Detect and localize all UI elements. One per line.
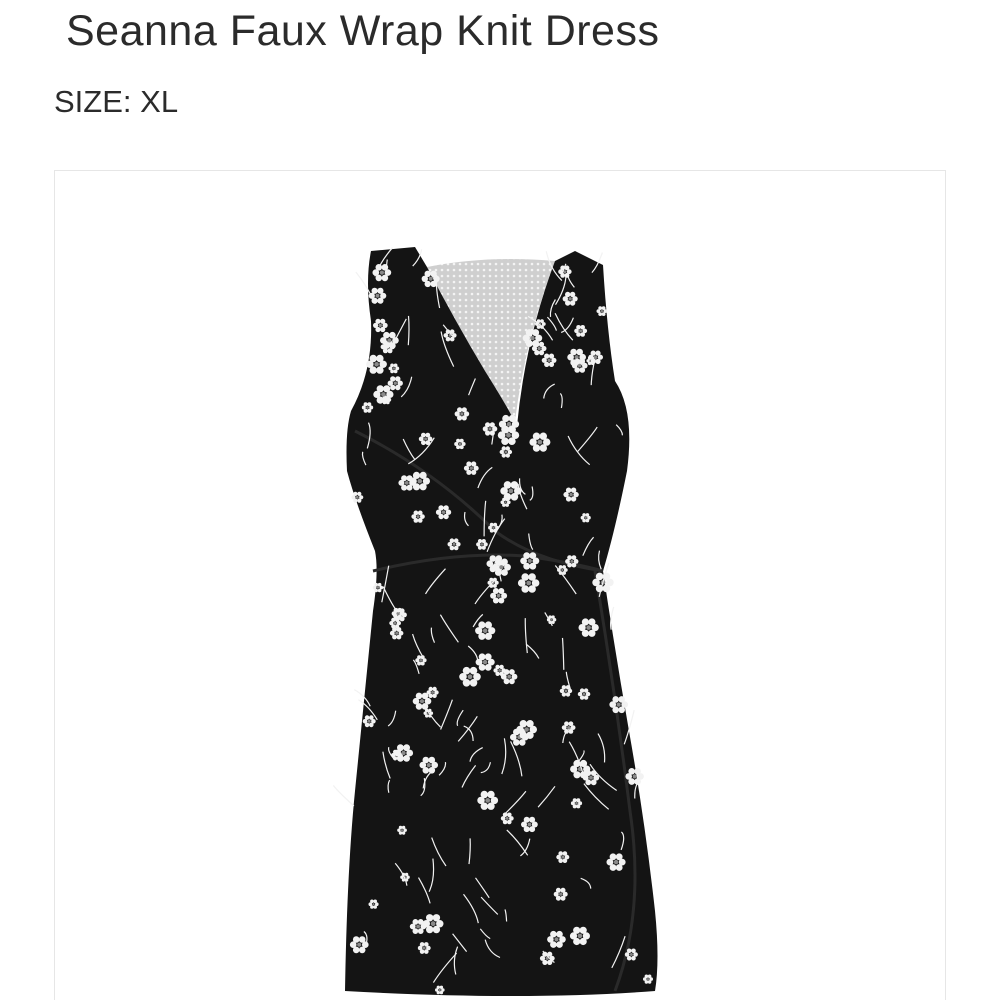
stem-mark	[407, 315, 410, 346]
product-page: Seanna Faux Wrap Knit Dress SIZE: XL	[0, 0, 1000, 1000]
size-line: SIZE: XL	[54, 82, 178, 122]
stem-mark	[610, 606, 615, 630]
stem-mark	[332, 785, 355, 807]
product-image-frame[interactable]	[54, 170, 946, 1000]
product-title: Seanna Faux Wrap Knit Dress	[66, 7, 660, 55]
size-label: SIZE:	[54, 84, 132, 119]
dress-image[interactable]	[55, 171, 945, 1000]
size-value: XL	[140, 84, 179, 119]
